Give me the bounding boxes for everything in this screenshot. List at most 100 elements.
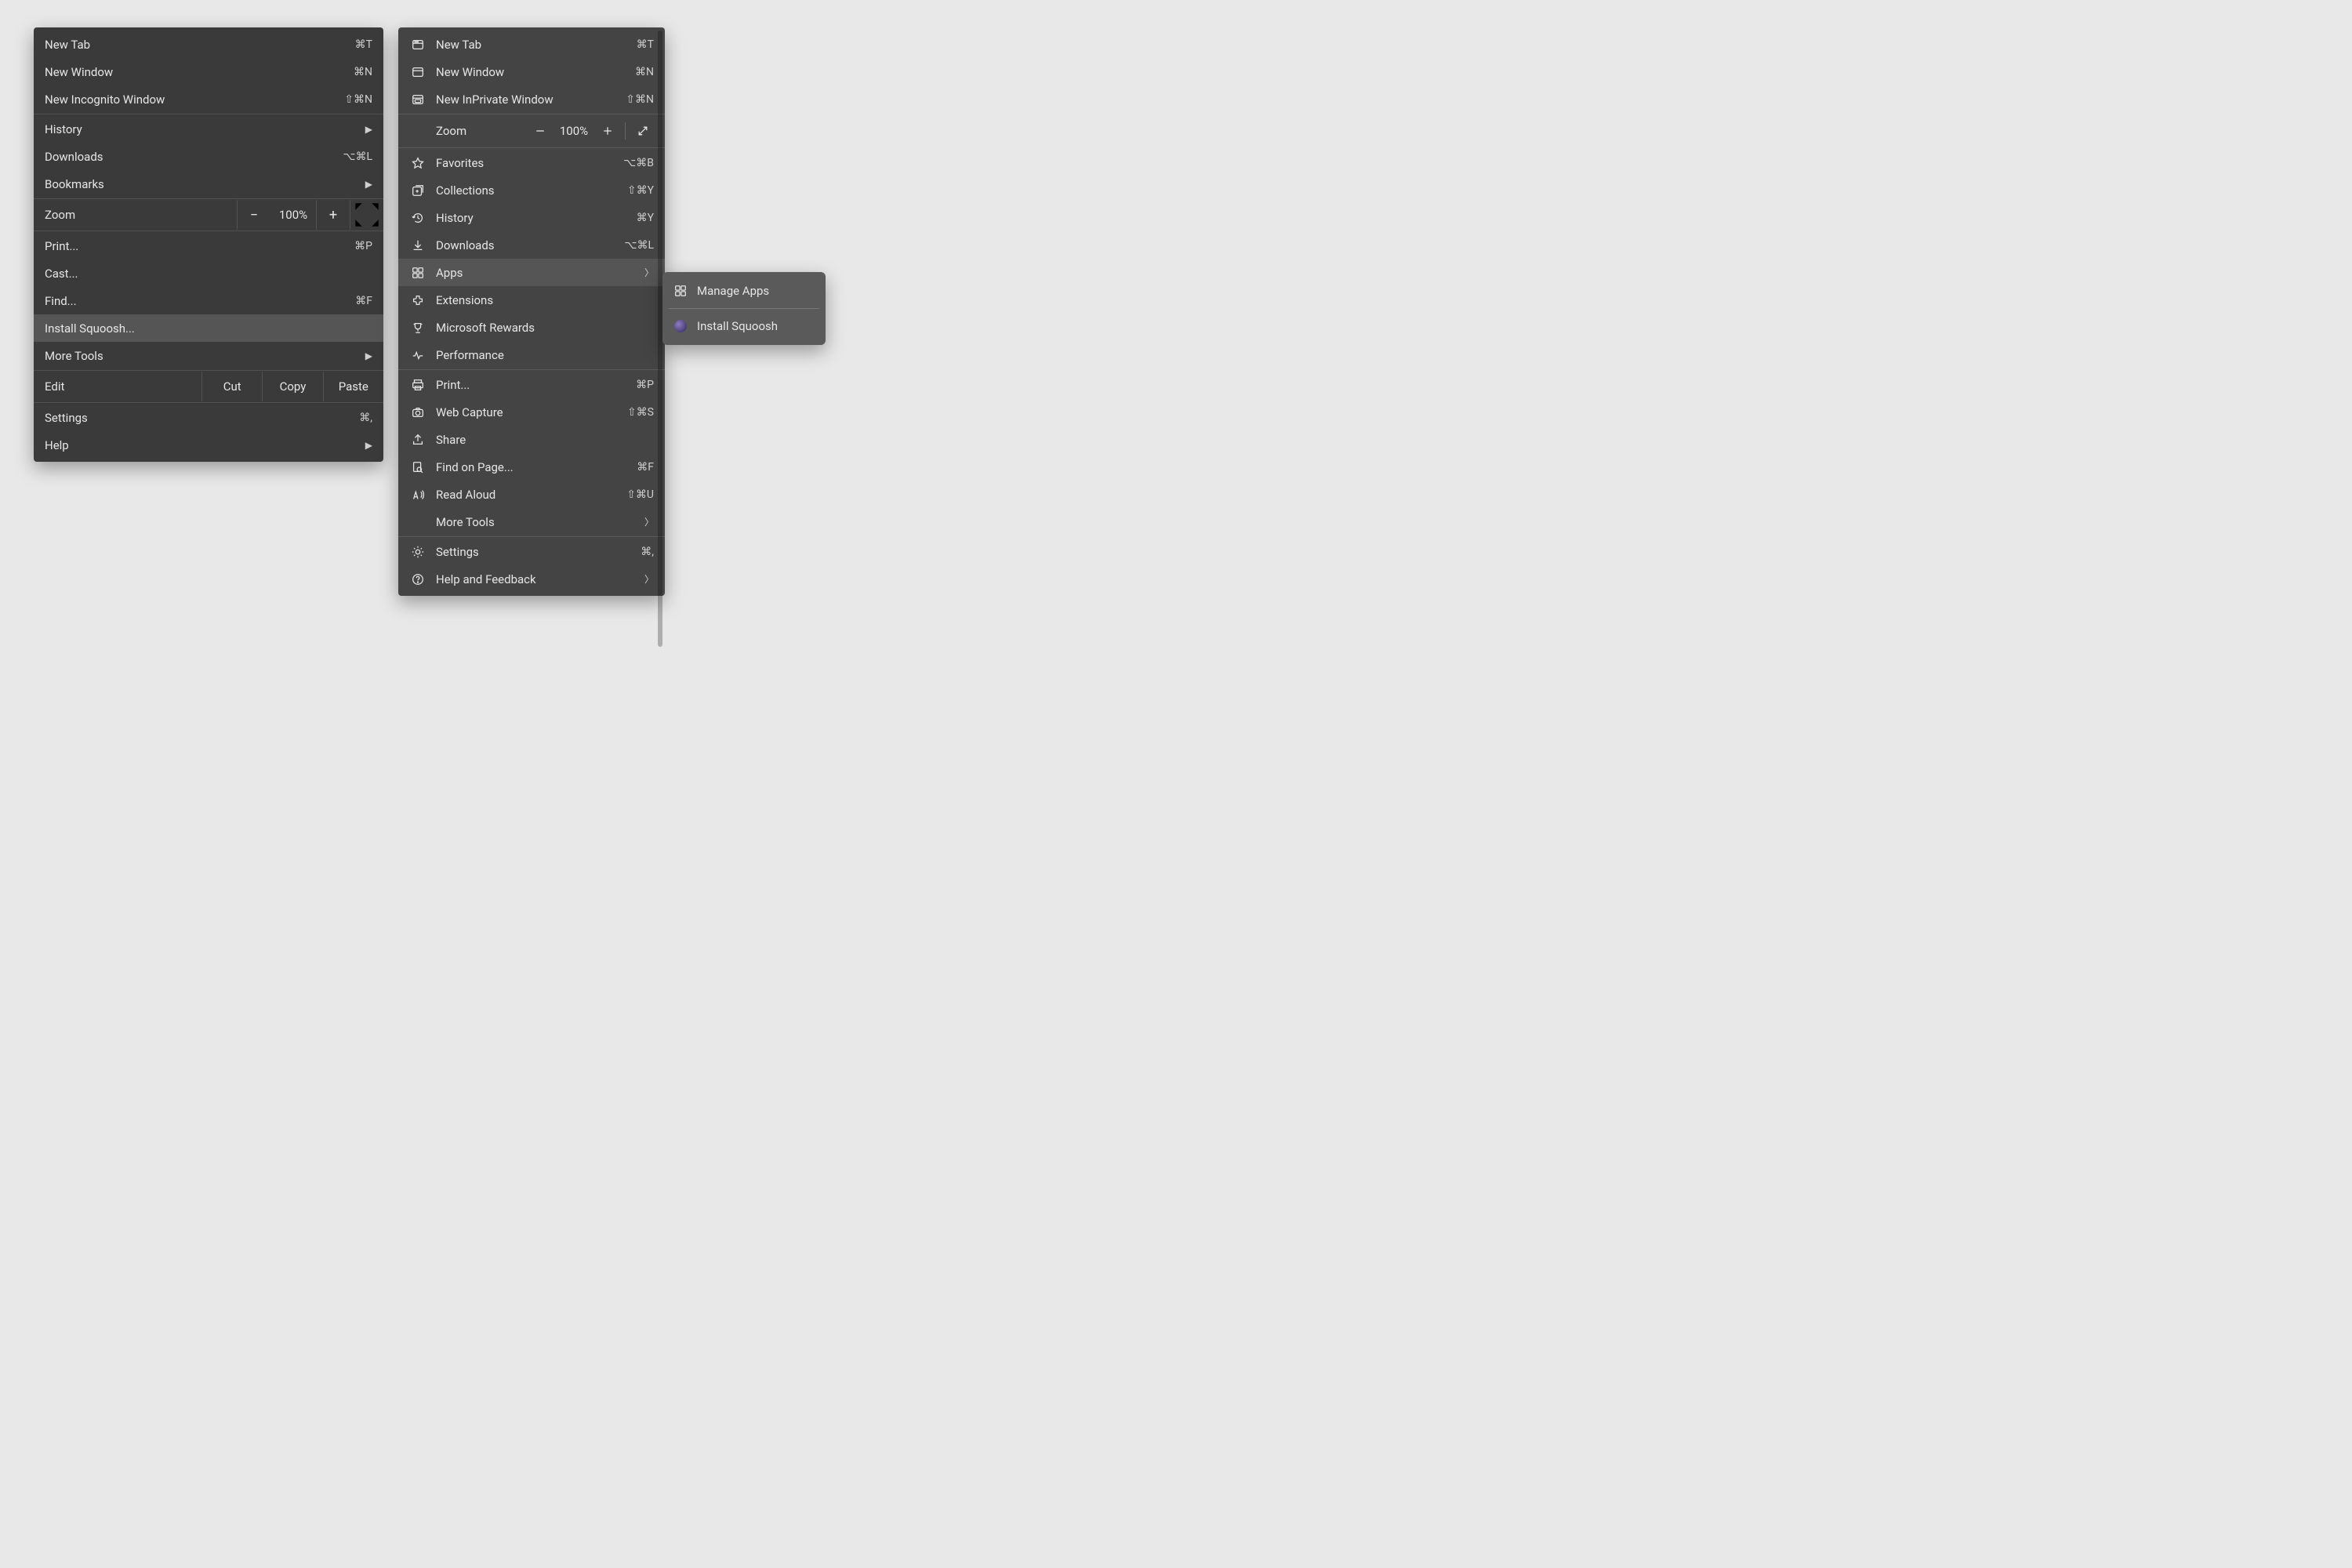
shortcut: ⌘Y xyxy=(637,212,654,224)
copy-button[interactable]: Copy xyxy=(262,372,322,401)
menu-item-more-tools[interactable]: More Tools 〉 xyxy=(398,508,665,535)
menu-label: Settings xyxy=(436,545,479,559)
zoom-value: 100% xyxy=(554,124,593,138)
menu-item-cast[interactable]: Cast... xyxy=(34,260,383,287)
menu-item-new-tab[interactable]: New Tab ⌘T xyxy=(34,31,383,58)
menu-item-downloads[interactable]: Downloads ⌥⌘L xyxy=(34,143,383,170)
menu-item-new-tab[interactable]: New Tab ⌘T xyxy=(398,31,665,58)
menu-item-web-capture[interactable]: Web Capture ⇧⌘S xyxy=(398,398,665,426)
find-on-page-icon xyxy=(409,459,426,476)
menu-item-history[interactable]: History ▶ xyxy=(34,115,383,143)
menu-item-new-incognito-window[interactable]: New Incognito Window ⇧⌘N xyxy=(34,85,383,113)
menu-label: Favorites xyxy=(436,156,484,170)
separator xyxy=(669,308,819,309)
menu-label: New Window xyxy=(436,65,504,79)
menu-item-new-inprivate-window[interactable]: New InPrivate Window ⇧⌘N xyxy=(398,85,665,113)
apps-icon xyxy=(409,264,426,281)
menu-label: Downloads xyxy=(436,238,495,252)
shortcut: ⌥⌘L xyxy=(624,239,654,252)
zoom-in-button[interactable]: + xyxy=(316,200,350,230)
menu-item-help[interactable]: Help ▶ xyxy=(34,431,383,459)
menu-label: New Tab xyxy=(45,38,90,52)
menu-label: Share xyxy=(436,433,466,447)
chevron-right-icon: 〉 xyxy=(644,572,654,586)
menu-label: History xyxy=(436,211,474,225)
menu-item-performance[interactable]: Performance xyxy=(398,341,665,368)
shortcut: ⌘T xyxy=(355,38,372,51)
submenu-item-manage-apps[interactable]: Manage Apps xyxy=(666,275,822,307)
menu-item-apps[interactable]: Apps 〉 xyxy=(398,259,665,286)
submenu-item-install-squoosh[interactable]: Install Squoosh xyxy=(666,310,822,342)
fullscreen-icon xyxy=(350,198,383,231)
menu-item-more-tools[interactable]: More Tools ▶ xyxy=(34,342,383,369)
chevron-right-icon: ▶ xyxy=(365,179,372,190)
separator xyxy=(34,370,383,371)
chevron-right-icon: ▶ xyxy=(365,350,372,361)
zoom-out-button[interactable]: − xyxy=(237,200,270,230)
fullscreen-button[interactable] xyxy=(350,200,383,230)
menu-label: Read Aloud xyxy=(436,488,495,502)
menu-label: Extensions xyxy=(436,293,493,307)
menu-label: History xyxy=(45,122,82,136)
menu-item-help-and-feedback[interactable]: Help and Feedback 〉 xyxy=(398,565,665,593)
menu-label: Apps xyxy=(436,266,463,280)
menu-label: Help and Feedback xyxy=(436,572,536,586)
menu-label: Print... xyxy=(45,239,78,253)
shortcut: ⌘F xyxy=(637,461,654,474)
shortcut: ⌘, xyxy=(359,412,372,424)
fullscreen-button[interactable] xyxy=(629,120,657,142)
shortcut: ⌘, xyxy=(641,546,654,558)
history-icon xyxy=(409,209,426,227)
help-icon xyxy=(409,571,426,588)
chrome-menu: New Tab ⌘T New Window ⌘N New Incognito W… xyxy=(34,27,383,462)
menu-label: Settings xyxy=(45,411,88,425)
chevron-right-icon: ▶ xyxy=(365,440,372,451)
chevron-right-icon: ▶ xyxy=(365,124,372,135)
zoom-in-button[interactable] xyxy=(593,120,622,142)
cut-button[interactable]: Cut xyxy=(201,372,262,401)
menu-item-read-aloud[interactable]: Read Aloud ⇧⌘U xyxy=(398,481,665,508)
menu-label: Help xyxy=(45,438,69,452)
read-aloud-icon xyxy=(409,486,426,503)
menu-item-print[interactable]: Print... ⌘P xyxy=(398,371,665,398)
menu-item-find[interactable]: Find... ⌘F xyxy=(34,287,383,314)
collections-icon xyxy=(409,182,426,199)
menu-item-bookmarks[interactable]: Bookmarks ▶ xyxy=(34,170,383,198)
rewards-icon xyxy=(409,319,426,336)
menu-item-new-window[interactable]: New Window ⌘N xyxy=(398,58,665,85)
zoom-out-button[interactable] xyxy=(526,120,554,142)
menu-item-share[interactable]: Share xyxy=(398,426,665,453)
shortcut: ⌘P xyxy=(354,240,372,252)
shortcut: ⇧⌘U xyxy=(626,488,654,501)
menu-item-find-on-page[interactable]: Find on Page... ⌘F xyxy=(398,453,665,481)
submenu-label: Manage Apps xyxy=(697,284,769,298)
menu-label: Bookmarks xyxy=(45,177,104,191)
menu-item-new-window[interactable]: New Window ⌘N xyxy=(34,58,383,85)
downloads-icon xyxy=(409,237,426,254)
zoom-row: Zoom 100% xyxy=(398,115,665,147)
shortcut: ⌥⌘B xyxy=(623,157,654,169)
menu-item-extensions[interactable]: Extensions xyxy=(398,286,665,314)
menu-item-downloads[interactable]: Downloads ⌥⌘L xyxy=(398,231,665,259)
zoom-label: Zoom xyxy=(436,124,466,138)
edit-label: Edit xyxy=(34,372,201,401)
chevron-right-icon: 〉 xyxy=(644,515,654,528)
menu-item-print[interactable]: Print... ⌘P xyxy=(34,232,383,260)
menu-label: Find... xyxy=(45,294,77,308)
menu-item-collections[interactable]: Collections ⇧⌘Y xyxy=(398,176,665,204)
menu-item-settings[interactable]: Settings ⌘, xyxy=(34,404,383,431)
apps-submenu: Manage Apps Install Squoosh xyxy=(662,272,826,345)
submenu-label: Install Squoosh xyxy=(697,319,778,333)
menu-label: More Tools xyxy=(45,349,103,363)
menu-item-favorites[interactable]: Favorites ⌥⌘B xyxy=(398,149,665,176)
squoosh-app-icon xyxy=(672,318,689,335)
menu-item-microsoft-rewards[interactable]: Microsoft Rewards xyxy=(398,314,665,341)
menu-label: New Tab xyxy=(436,38,481,52)
menu-item-install-squoosh[interactable]: Install Squoosh... xyxy=(34,314,383,342)
separator xyxy=(34,230,383,231)
web-capture-icon xyxy=(409,404,426,421)
menu-item-settings[interactable]: Settings ⌘, xyxy=(398,538,665,565)
paste-button[interactable]: Paste xyxy=(323,372,383,401)
menu-item-history[interactable]: History ⌘Y xyxy=(398,204,665,231)
shortcut: ⌘T xyxy=(637,38,654,51)
